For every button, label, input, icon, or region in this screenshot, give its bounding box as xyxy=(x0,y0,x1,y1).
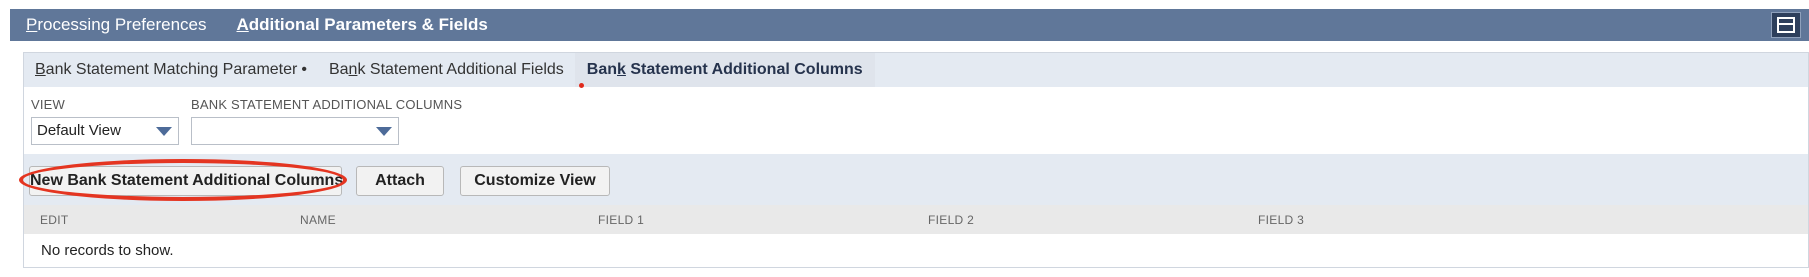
subtab-additional-columns[interactable]: Bank Statement Additional Columns xyxy=(574,53,875,87)
column-header-name[interactable]: NAME xyxy=(300,213,336,227)
columns-filter-select[interactable] xyxy=(191,117,399,145)
subtab-panel: Bank Statement Matching Parameter • Bank … xyxy=(19,52,1809,268)
filter-row: VIEW Default View BANK STATEMENT ADDITIO… xyxy=(24,87,1808,154)
table-header: EDIT NAME FIELD 1 FIELD 2 FIELD 3 xyxy=(24,205,1808,234)
columns-filter-label: BANK STATEMENT ADDITIONAL COLUMNS xyxy=(191,97,463,112)
tab-processing-preferences[interactable]: Processing Preferences xyxy=(10,15,221,35)
view-select[interactable]: Default View xyxy=(31,117,179,145)
tab-additional-parameters-fields[interactable]: Additional Parameters & Fields xyxy=(221,15,502,35)
top-tab-bar: Processing Preferences Additional Parame… xyxy=(10,9,1809,41)
subtab-label-pre: Ban xyxy=(586,61,618,78)
subtab-label-post: ank Statement Matching Parameter xyxy=(45,61,298,78)
column-header-field3[interactable]: FIELD 3 xyxy=(1258,213,1304,227)
annotation-dot xyxy=(579,83,584,88)
new-bank-statement-additional-columns-button[interactable]: New Bank Statement Additional Columns xyxy=(29,166,343,196)
layout-toggle-button[interactable] xyxy=(1771,12,1801,38)
column-header-field1[interactable]: FIELD 1 xyxy=(598,213,644,227)
chevron-down-icon xyxy=(376,127,392,136)
tab-label: rocessing Preferences xyxy=(37,15,207,34)
attach-button[interactable]: Attach xyxy=(356,166,444,196)
subtab-label-post: Statement Additional Columns xyxy=(625,61,863,78)
empty-message: No records to show. xyxy=(41,242,174,259)
layout-toggle-icon xyxy=(1777,17,1795,33)
subtab-accesskey: k xyxy=(617,61,626,78)
list-toolbar: New Bank Statement Additional Columns At… xyxy=(19,155,1808,205)
subtab-bar: Bank Statement Matching Parameter • Bank … xyxy=(24,53,875,87)
table-body: No records to show. xyxy=(24,234,1808,267)
chevron-down-icon xyxy=(156,127,172,136)
column-header-field2[interactable]: FIELD 2 xyxy=(928,213,974,227)
tab-accesskey: A xyxy=(236,15,249,34)
modified-indicator: • xyxy=(301,61,307,78)
view-label: VIEW xyxy=(31,97,66,112)
subtab-label-pre: Ba xyxy=(328,61,349,78)
column-header-edit: EDIT xyxy=(40,213,69,227)
customize-view-button[interactable]: Customize View xyxy=(460,166,610,196)
subtab-additional-fields[interactable]: Bank Statement Additional Fields xyxy=(318,53,575,87)
tab-accesskey: P xyxy=(26,15,38,34)
tab-label: dditional Parameters & Fields xyxy=(248,15,488,34)
subtab-label-post: k Statement Additional Fields xyxy=(357,61,564,78)
view-select-value: Default View xyxy=(37,122,121,139)
subtab-accesskey: B xyxy=(35,61,46,78)
subtab-matching-parameter[interactable]: Bank Statement Matching Parameter • xyxy=(24,53,318,87)
